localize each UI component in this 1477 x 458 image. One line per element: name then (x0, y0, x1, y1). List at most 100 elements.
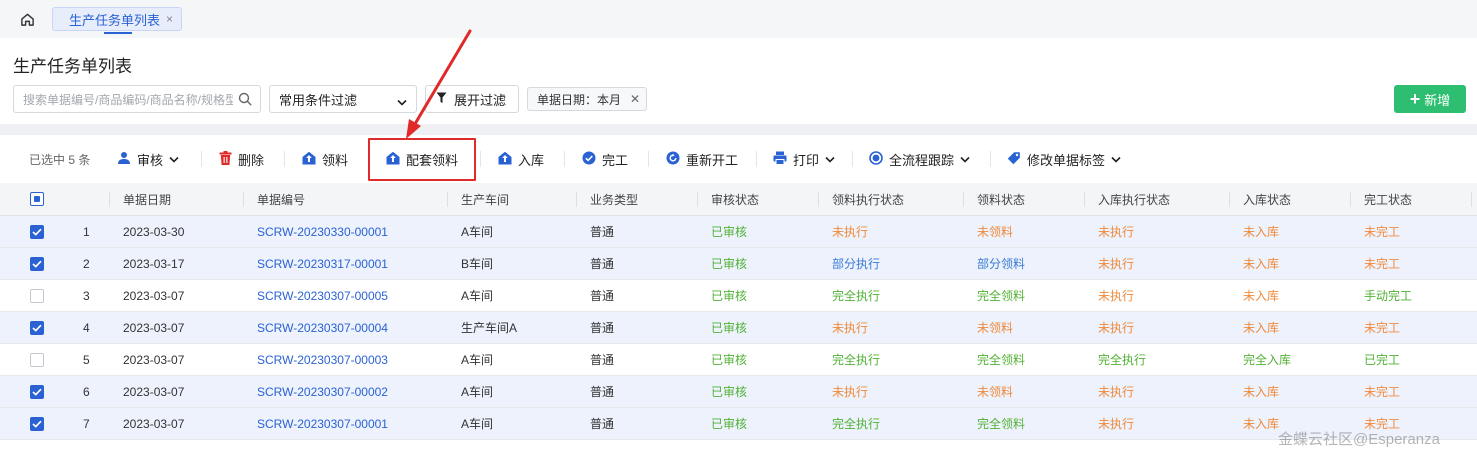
cell-date: 2023-03-07 (123, 288, 185, 303)
cell-in-exec: 未执行 (1098, 417, 1135, 431)
cell-in-exec: 完全执行 (1098, 353, 1147, 367)
column-header[interactable]: 领料状态 (977, 183, 1025, 215)
row-index: 4 (83, 320, 90, 335)
tab-bar: 生产任务单列表 × (0, 0, 1477, 38)
table-row[interactable]: 2 2023-03-17 SCRW-20230317-00001 B车间 普通 已审核 部分… (0, 248, 1477, 280)
cell-biz: 普通 (590, 225, 615, 239)
cell-date: 2023-03-07 (123, 384, 185, 399)
row-index: 1 (83, 224, 90, 239)
cell-no[interactable]: SCRW-20230307-00003 (257, 344, 388, 375)
table-row[interactable]: 5 2023-03-07 SCRW-20230307-00003 A车间 普通 已审核 完全… (0, 344, 1477, 376)
cell-pick: 未领料 (977, 225, 1014, 239)
cell-done: 未完工 (1364, 225, 1401, 239)
new-button[interactable]: + 新增 (1394, 85, 1466, 113)
full-trace-label: 全流程跟踪 (889, 152, 955, 168)
cell-audit: 已审核 (711, 385, 748, 399)
cell-done: 未完工 (1364, 321, 1401, 335)
column-header[interactable]: 领料执行状态 (832, 183, 904, 215)
table-row[interactable]: 3 2023-03-07 SCRW-20230307-00005 A车间 普通 已审核 完全… (0, 280, 1477, 312)
cell-biz: 普通 (590, 321, 615, 335)
action-toolbar: 已选中 5 条 审核 删除 领料 配套领料 入库 完工 重新开工 打印 全流程跟… (0, 135, 1477, 183)
column-header[interactable]: 单据编号 (257, 183, 305, 215)
selected-count-text: 已选中 5 条 (29, 152, 91, 167)
expand-filter-button[interactable]: 展开过滤 (425, 85, 519, 113)
row-checkbox[interactable] (30, 248, 44, 279)
select-all-checkbox[interactable] (30, 183, 44, 215)
cell-in: 未入库 (1243, 225, 1280, 239)
watermark: 金蝶云社区@Esperanza (1278, 431, 1440, 448)
column-header[interactable]: 完工状态 (1364, 183, 1412, 215)
tag-icon (1007, 151, 1021, 168)
row-checkbox[interactable] (30, 376, 44, 407)
date-filter-chip[interactable]: 单据日期：本月 ✕ (527, 87, 648, 111)
filter-select-value: 常用条件过滤 (279, 92, 358, 108)
cell-no[interactable]: SCRW-20230307-00004 (257, 312, 388, 343)
cell-date: 2023-03-07 (123, 352, 185, 367)
column-header[interactable]: 单据日期 (123, 183, 171, 215)
row-checkbox[interactable] (30, 280, 44, 311)
row-checkbox[interactable] (30, 408, 44, 439)
table-row[interactable]: 4 2023-03-07 SCRW-20230307-00004 生产车间A 普通 已审核… (0, 312, 1477, 344)
cell-pick: 完全领料 (977, 353, 1026, 367)
cell-pick: 未领料 (977, 385, 1014, 399)
cell-no[interactable]: SCRW-20230307-00002 (257, 376, 388, 407)
toolbar-divider (480, 151, 481, 167)
cell-workshop: A车间 (461, 417, 494, 431)
task-table: 单据日期 单据编号 生产车间 业务类型 审核状态 领料执行状态 领料状态 入库执… (0, 183, 1477, 458)
cell-audit: 已审核 (711, 289, 748, 303)
table-row[interactable]: 7 2023-03-07 SCRW-20230307-00001 A车间 普通 已审核 完全… (0, 408, 1477, 440)
cell-workshop: A车间 (461, 353, 494, 367)
cell-no[interactable]: SCRW-20230307-00005 (257, 280, 388, 311)
table-row[interactable]: 6 2023-03-07 SCRW-20230307-00002 A车间 普通 已审核 未执… (0, 376, 1477, 408)
delete-button[interactable]: 删除 (219, 135, 264, 183)
stock-in-button[interactable]: 入库 (498, 135, 544, 183)
cell-done: 已完工 (1364, 353, 1401, 367)
print-button[interactable]: 打印 (773, 135, 835, 183)
toolbar-divider (201, 151, 202, 167)
row-checkbox[interactable] (30, 312, 44, 343)
selected-count: 已选中 5 条 (29, 135, 90, 183)
column-header[interactable]: 审核状态 (711, 183, 759, 215)
audit-button[interactable]: 审核 (117, 135, 179, 183)
cell-no[interactable]: SCRW-20230317-00001 (257, 248, 388, 279)
home-icon[interactable] (18, 10, 36, 28)
common-filter-select[interactable]: 常用条件过滤 (269, 85, 417, 113)
table-row[interactable]: 1 2023-03-30 SCRW-20230330-00001 A车间 普通 已审核 未执… (0, 216, 1477, 248)
toolbar-divider (852, 151, 853, 167)
column-header[interactable]: 生产车间 (461, 183, 509, 215)
tab-close-icon[interactable]: × (166, 12, 173, 26)
print-label: 打印 (793, 152, 820, 168)
cell-no[interactable]: SCRW-20230330-00001 (257, 216, 388, 247)
cell-workshop: A车间 (461, 385, 494, 399)
row-checkbox[interactable] (30, 216, 44, 247)
cell-in-exec: 未执行 (1098, 225, 1135, 239)
full-trace-button[interactable]: 全流程跟踪 (869, 135, 970, 183)
cell-pick-exec: 未执行 (832, 385, 869, 399)
tab-production-task-list[interactable]: 生产任务单列表 × (52, 7, 183, 31)
cell-in: 未入库 (1243, 385, 1280, 399)
target-icon (869, 150, 883, 168)
cell-audit: 已审核 (711, 417, 748, 431)
column-header[interactable]: 入库状态 (1243, 183, 1291, 215)
edit-tags-button[interactable]: 修改单据标签 (1007, 135, 1121, 183)
cell-no[interactable]: SCRW-20230307-00001 (257, 408, 388, 439)
complete-button[interactable]: 完工 (582, 135, 628, 183)
cell-done: 未完工 (1364, 385, 1401, 399)
cell-date: 2023-03-07 (123, 320, 185, 335)
close-icon[interactable]: ✕ (630, 92, 640, 106)
row-checkbox[interactable] (30, 344, 44, 375)
column-header[interactable]: 入库执行状态 (1098, 183, 1170, 215)
search-icon[interactable] (238, 92, 252, 109)
cell-in-exec: 未执行 (1098, 321, 1135, 335)
restart-button[interactable]: 重新开工 (666, 135, 738, 183)
search-input[interactable] (23, 91, 233, 109)
pick-material-button[interactable]: 领料 (302, 135, 348, 183)
cell-pick-exec: 完全执行 (832, 289, 881, 303)
delete-label: 删除 (238, 152, 265, 168)
expand-filter-label: 展开过滤 (454, 92, 507, 108)
cell-date: 2023-03-07 (123, 416, 185, 431)
tab-label: 生产任务单列表 (69, 12, 161, 28)
cell-biz: 普通 (590, 417, 615, 431)
column-header[interactable]: 业务类型 (590, 183, 638, 215)
cell-workshop: A车间 (461, 225, 494, 239)
